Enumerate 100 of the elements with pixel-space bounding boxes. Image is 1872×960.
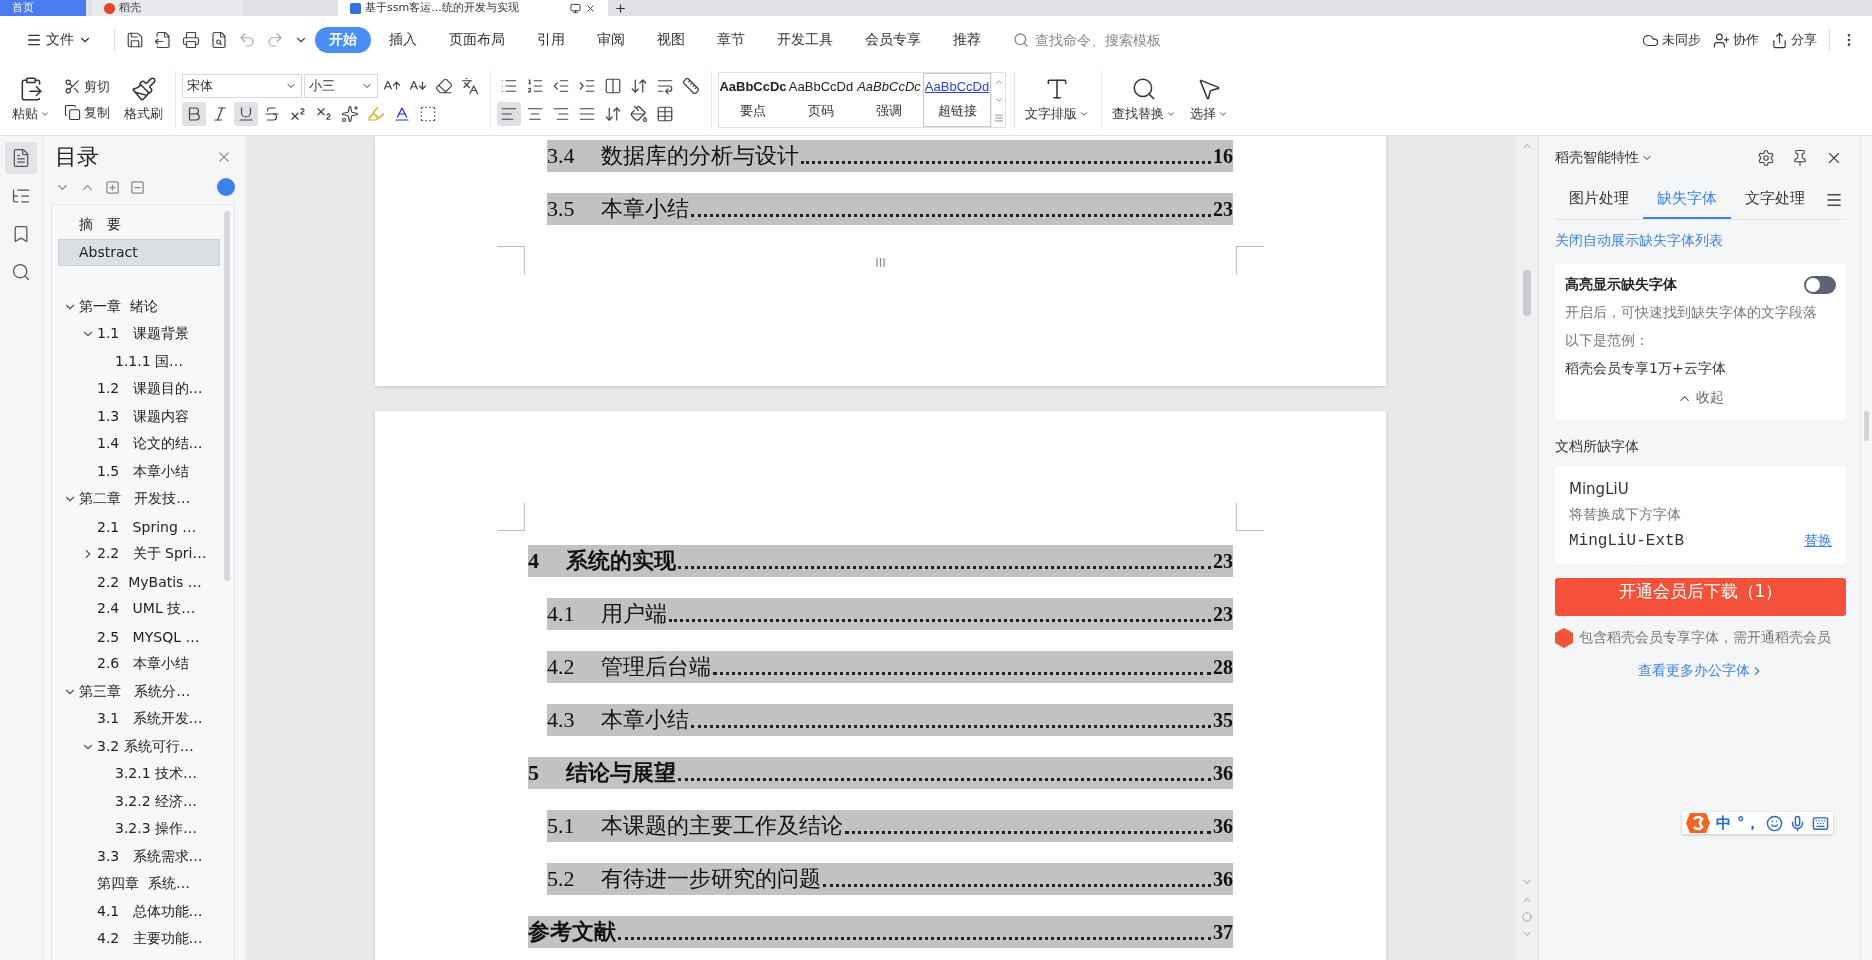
page-number: 23 <box>1213 602 1233 626</box>
header-action[interactable]: 未同步 <box>1638 29 1705 51</box>
close-list-link[interactable]: 关闭自动展示缺失字体列表 <box>1555 232 1846 250</box>
outline-item[interactable]: 4.2 主要功能… <box>58 925 220 953</box>
outline-item[interactable]: 第一章 绪论 <box>58 293 220 321</box>
outline-item[interactable]: 2.2 MyBatis … <box>58 568 220 596</box>
panel-tab[interactable]: 文字处理 <box>1731 180 1819 219</box>
menu-tab[interactable]: 页面布局 <box>435 27 519 53</box>
emoji-icon[interactable] <box>1765 814 1783 832</box>
find-replace-button[interactable]: 查找替换 <box>1108 74 1180 125</box>
menu-tab[interactable]: 视图 <box>643 27 699 53</box>
entry-number: 4.1 <box>547 601 576 627</box>
window-tab[interactable]: 首页 <box>0 0 86 16</box>
header-action[interactable]: 协作 <box>1709 29 1763 51</box>
page-number: 23 <box>1213 549 1233 573</box>
menu-tab[interactable]: 插入 <box>375 27 431 53</box>
search-icon <box>1131 76 1157 102</box>
assistant-icon[interactable] <box>217 178 235 196</box>
collapse-button[interactable]: 收起 <box>1671 388 1730 408</box>
search-field[interactable]: 查找命令、搜索模板 <box>1013 31 1193 49</box>
outline-item[interactable]: 1.5 本章小结 <box>58 458 220 486</box>
page-number: 23 <box>1213 197 1233 221</box>
outline-item[interactable]: 3.2.1 技术… <box>58 760 220 788</box>
document-icon <box>350 2 361 14</box>
new-tab-icon[interactable] <box>614 1 627 15</box>
demote-icon[interactable] <box>130 179 145 195</box>
outline-item[interactable]: 摘 要 <box>58 211 220 239</box>
more-fonts-link[interactable]: 查看更多办公字体 <box>1637 662 1764 680</box>
ime-toolbar[interactable]: 中 °， <box>1682 812 1833 834</box>
menu-tab[interactable]: 章节 <box>703 27 759 53</box>
scrollbar-thumb[interactable] <box>1523 270 1531 316</box>
outline-item[interactable]: Abstract <box>58 238 220 266</box>
header-action[interactable]: 分享 <box>1767 29 1821 51</box>
cut-button[interactable]: 剪切 <box>60 75 114 98</box>
outline-item[interactable]: 2.6 本章小结 <box>58 650 220 678</box>
outline-item[interactable]: 第二章 开发技… <box>58 485 220 513</box>
style-sample: AaBbCcDd <box>788 79 854 95</box>
outline-item[interactable]: 3.3 系统需求… <box>58 843 220 871</box>
outline-item[interactable]: 2.2 关于 Spri… <box>58 540 220 568</box>
outline-item[interactable]: 1.2 课题目的… <box>58 375 220 403</box>
menu-tab[interactable]: 会员专享 <box>851 27 935 53</box>
outline-icon[interactable] <box>5 142 37 174</box>
outline-item[interactable]: 3.2 系统可行… <box>58 733 220 761</box>
outline-item[interactable]: 3.2.3 操作… <box>58 815 220 843</box>
copy-button[interactable]: 复制 <box>60 101 114 124</box>
close-icon[interactable] <box>585 2 596 14</box>
underline-icon[interactable] <box>234 101 258 126</box>
keyboard-icon[interactable] <box>1811 814 1829 832</box>
highlight-toggle[interactable] <box>1804 276 1836 294</box>
paste-button[interactable]: 粘贴 <box>8 74 54 125</box>
menu-tab[interactable]: 引用 <box>523 27 579 53</box>
menu-tab[interactable]: 推荐 <box>939 27 995 53</box>
entry-title: 系统的实现 <box>566 547 676 575</box>
style-sample: AaBbCcDd <box>924 79 990 95</box>
outline-item[interactable]: 2.1 Spring … <box>58 513 220 541</box>
outline-item[interactable]: 1.1.1 国… <box>58 348 220 376</box>
highlight-label: 高亮显示缺失字体 <box>1565 276 1677 294</box>
entry-number: 4 <box>528 548 540 574</box>
panel-tab[interactable]: 缺失字体 <box>1643 180 1731 219</box>
window-tab[interactable]: 稻壳 <box>92 0 242 16</box>
replace-link[interactable]: 替换 <box>1804 532 1832 550</box>
entry-title: 有待进一步研究的问题 <box>601 865 821 893</box>
menu-tab[interactable]: 审阅 <box>583 27 639 53</box>
outline-item[interactable]: 2.4 UML 技… <box>58 595 220 623</box>
outline-item[interactable]: 2.5 MYSQL … <box>58 623 220 651</box>
punctuation-mode[interactable]: °， <box>1737 813 1760 833</box>
outline-item[interactable]: 第三章 系统分… <box>58 678 220 706</box>
style-label: 超链接 <box>937 101 977 120</box>
entry-title: 用户端 <box>601 600 667 628</box>
panel-title[interactable]: 稻壳智能特性 <box>1555 149 1653 167</box>
example-text: 稻壳会员专享1万+云字体 <box>1565 360 1727 378</box>
panel-tab[interactable]: 图片处理 <box>1555 180 1643 219</box>
monitor-icon[interactable] <box>570 2 581 14</box>
crop-mark <box>497 503 525 531</box>
outline-item[interactable]: 3.2.2 经济… <box>58 788 220 816</box>
outline-item[interactable]: 4.1 总体功能… <box>58 898 220 926</box>
scrollbar-thumb[interactable] <box>224 211 230 581</box>
bold-icon[interactable] <box>182 101 206 126</box>
menu-tab[interactable]: 开发工具 <box>763 27 847 53</box>
style-label: 要点 <box>740 101 766 120</box>
entry-title: 本章小结 <box>601 195 689 223</box>
format-painter-button[interactable]: 格式刷 <box>120 74 167 125</box>
font-select[interactable]: 宋体 <box>182 73 302 98</box>
window-tab[interactable]: 基于ssm客运...统的开发与实现 <box>338 0 608 16</box>
outline-item[interactable]: 1.4 论文的结… <box>58 430 220 458</box>
entry-title: 参考文献 <box>528 918 616 946</box>
outline-item[interactable]: 第四章 系统… <box>58 870 220 898</box>
scrollbar-thumb[interactable] <box>1864 411 1869 441</box>
outline-item[interactable]: 3.1 系统开发… <box>58 705 220 733</box>
outline-item[interactable]: 1.3 课题内容 <box>58 403 220 431</box>
text-layout-button[interactable]: 文字排版 <box>1021 74 1093 125</box>
paintbrush-icon <box>130 76 157 102</box>
promote-icon[interactable] <box>105 179 120 195</box>
align-left-icon[interactable] <box>497 101 521 126</box>
input-mode[interactable]: 中 <box>1716 813 1731 833</box>
select-button[interactable]: 选择 <box>1186 74 1232 125</box>
style-preset[interactable]: AaBbCcDd 超链接 <box>923 72 991 127</box>
font-size-select[interactable]: 小三 <box>304 73 378 98</box>
outline-item[interactable]: 1.1 课题背景 <box>58 320 220 348</box>
file-menu[interactable]: 文件 <box>12 27 106 53</box>
